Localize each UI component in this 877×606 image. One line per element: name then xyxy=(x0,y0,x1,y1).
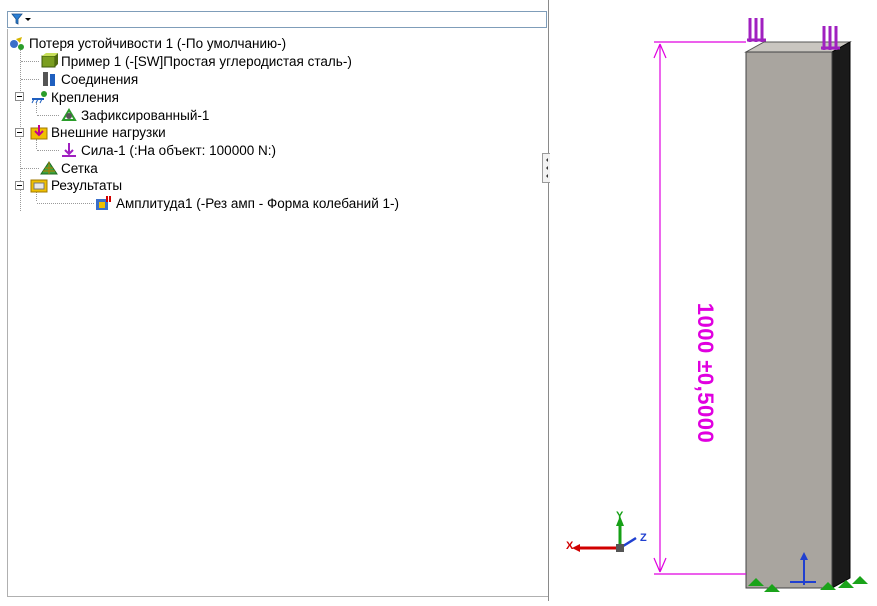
tree-line xyxy=(21,168,39,169)
fixed-icon xyxy=(60,107,78,123)
triad-z-label: Z xyxy=(640,532,647,544)
tree-item-label: Крепления xyxy=(51,89,119,105)
beam-side-face xyxy=(831,41,851,589)
tree-item-label: Амплитуда1 (-Рез амп - Форма колебаний 1… xyxy=(116,195,399,211)
dimension-label[interactable]: 1000 ±0,5000 xyxy=(692,303,718,443)
tree-item-results[interactable]: Результаты xyxy=(30,176,122,194)
tree-item-mesh[interactable]: Сетка xyxy=(40,159,98,177)
fixtures-icon xyxy=(30,89,48,105)
expand-toggle[interactable] xyxy=(15,92,24,101)
tree-item-label: Соединения xyxy=(61,71,139,87)
tree-line xyxy=(37,203,94,204)
beam-front-face xyxy=(745,51,833,589)
tree-line xyxy=(21,61,39,62)
tree-line xyxy=(37,150,59,151)
mesh-icon xyxy=(40,160,58,176)
tree-line xyxy=(37,115,59,116)
tree-item-label: Сила-1 (:На объект: 100000 N:) xyxy=(81,142,276,158)
tree-item-force[interactable]: Сила-1 (:На объект: 100000 N:) xyxy=(60,141,276,159)
tree-item-fixed[interactable]: Зафиксированный-1 xyxy=(60,106,209,124)
amplitude-icon xyxy=(95,195,113,211)
graphics-viewport[interactable]: X Y Z xyxy=(550,0,877,601)
tree-item-connections[interactable]: Соединения xyxy=(40,70,138,88)
tree-item-label: Результаты xyxy=(51,177,123,193)
triad-y-label: Y xyxy=(616,510,624,522)
part-icon xyxy=(40,53,58,69)
load-arrows-left xyxy=(747,18,766,42)
results-icon xyxy=(30,177,48,193)
triad-x-label: X xyxy=(566,540,574,552)
tree-item-label: Зафиксированный-1 xyxy=(81,107,210,123)
connections-icon xyxy=(40,71,58,87)
tree-item-fixtures[interactable]: Крепления xyxy=(30,88,119,106)
expand-toggle[interactable] xyxy=(15,181,24,190)
tree-item-part[interactable]: Пример 1 (-[SW]Простая углеродистая стал… xyxy=(40,52,352,70)
load-arrows-right xyxy=(821,26,840,50)
force-icon xyxy=(60,142,78,158)
tree-item-label: Внешние нагрузки xyxy=(51,124,166,140)
tree-item-label: Сетка xyxy=(61,160,98,176)
filter-bar[interactable] xyxy=(7,11,547,28)
tree-item-loads[interactable]: Внешние нагрузки xyxy=(30,123,166,141)
simulation-tree-panel: Потеря устойчивости 1 (-По умолчанию-) П… xyxy=(0,0,549,601)
study-icon xyxy=(8,35,26,51)
tree-item-label: Пример 1 (-[SW]Простая углеродистая стал… xyxy=(61,53,352,69)
coordinate-triad xyxy=(572,516,637,552)
expand-toggle[interactable] xyxy=(15,128,24,137)
tree-root-label: Потеря устойчивости 1 (-По умолчанию-) xyxy=(29,35,287,51)
loads-icon xyxy=(30,124,48,140)
tree-line xyxy=(21,79,39,80)
tree-item-amplitude[interactable]: Амплитуда1 (-Рез амп - Форма колебаний 1… xyxy=(95,194,399,212)
filter-icon[interactable] xyxy=(10,13,34,26)
tree-root-item[interactable]: Потеря устойчивости 1 (-По умолчанию-) xyxy=(8,34,286,52)
model-view xyxy=(572,18,868,592)
